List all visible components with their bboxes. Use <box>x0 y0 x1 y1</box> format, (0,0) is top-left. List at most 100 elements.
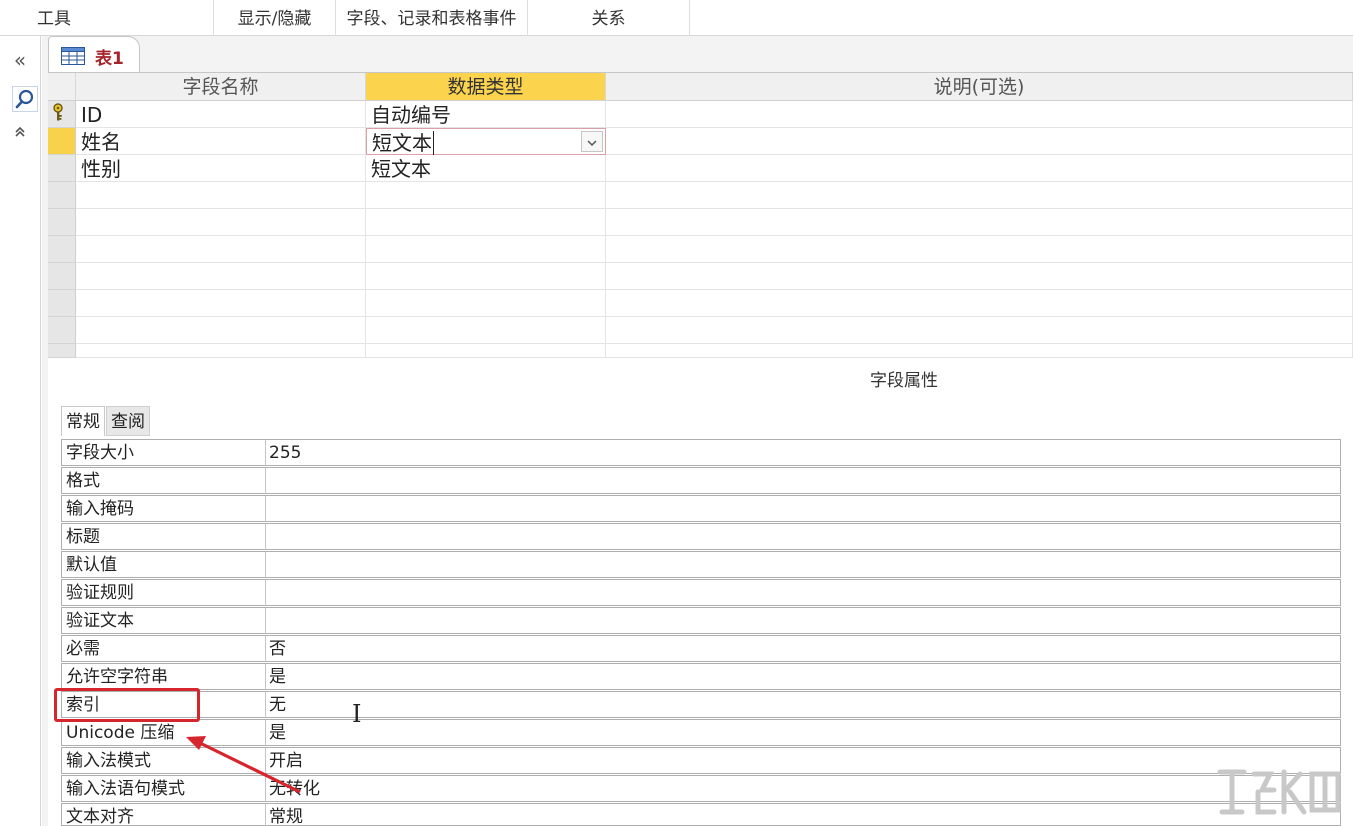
ribbon-group-field-record-events: 字段、记录和表格事件 <box>336 0 528 36</box>
field-name-cell[interactable] <box>76 236 366 263</box>
data-type-cell[interactable] <box>366 317 606 344</box>
ribbon-group-relationships: 关系 <box>528 0 690 36</box>
field-name-cell[interactable]: 性别 <box>76 155 366 182</box>
data-type-cell[interactable] <box>366 236 606 263</box>
property-value[interactable] <box>265 524 1341 550</box>
property-name: 格式 <box>66 471 100 491</box>
property-value[interactable] <box>265 468 1341 494</box>
property-name: 字段大小 <box>66 443 134 463</box>
property-value[interactable] <box>265 608 1341 634</box>
expand-up-button[interactable] <box>0 124 40 143</box>
watermark-logo <box>1217 769 1341 815</box>
header-field-name[interactable]: 字段名称 <box>76 73 366 101</box>
property-row[interactable]: 验证文本 <box>61 607 1341 634</box>
property-value[interactable]: 是 <box>265 664 1341 690</box>
chevron-down-icon <box>587 140 597 147</box>
search-button[interactable] <box>12 86 38 112</box>
property-row[interactable]: 字段大小 255 <box>61 439 1341 466</box>
property-row[interactable]: 必需 否 <box>61 635 1341 662</box>
description-cell[interactable] <box>606 290 1353 317</box>
property-row[interactable]: 默认值 <box>61 551 1341 578</box>
property-value[interactable]: 255 <box>265 440 1341 466</box>
description-cell[interactable] <box>606 236 1353 263</box>
property-name: 默认值 <box>66 555 117 575</box>
property-name: 必需 <box>66 639 100 659</box>
description-cell[interactable] <box>606 128 1353 155</box>
description-cell[interactable] <box>606 155 1353 182</box>
primary-key-icon <box>53 103 63 121</box>
property-row[interactable]: 标题 <box>61 523 1341 550</box>
dropdown-button[interactable] <box>581 131 603 152</box>
property-name: 标题 <box>66 527 100 547</box>
grid-corner[interactable] <box>48 73 76 101</box>
property-row[interactable]: 输入法模式 开启 <box>61 747 1341 774</box>
property-name: 输入法模式 <box>66 751 151 771</box>
double-chevron-up-icon <box>15 126 25 137</box>
property-row[interactable]: Unicode 压缩 是 <box>61 719 1341 746</box>
property-row[interactable]: 允许空字符串 是 <box>61 663 1341 690</box>
property-value[interactable] <box>265 496 1341 522</box>
field-name-cell[interactable] <box>76 209 366 236</box>
data-type-cell[interactable] <box>366 263 606 290</box>
ribbon-group-tools: 工具 <box>0 0 214 36</box>
field-name-cell[interactable] <box>76 290 366 317</box>
tab-general[interactable]: 常规 <box>61 406 105 436</box>
header-description[interactable]: 说明(可选) <box>606 73 1353 101</box>
data-type-cell[interactable] <box>366 182 606 209</box>
row-selector[interactable] <box>48 236 76 263</box>
property-name: 输入掩码 <box>66 499 134 519</box>
description-cell[interactable] <box>606 182 1353 209</box>
description-cell[interactable] <box>606 344 1353 358</box>
field-name-cell[interactable]: ID <box>76 101 366 128</box>
property-value[interactable]: 无转化 <box>265 776 1341 802</box>
description-cell[interactable] <box>606 263 1353 290</box>
data-type-value: 短文本 <box>372 131 432 155</box>
data-type-cell[interactable]: 自动编号 <box>366 101 606 128</box>
row-selector-current[interactable] <box>48 128 76 155</box>
field-name-cell[interactable]: 姓名 <box>76 128 366 155</box>
search-icon <box>15 89 34 109</box>
row-selector[interactable] <box>48 209 76 236</box>
property-value[interactable]: 无 <box>265 692 1341 718</box>
property-name: 允许空字符串 <box>66 667 168 687</box>
property-name: 文本对齐 <box>66 807 134 826</box>
property-row[interactable]: 索引无 <box>61 691 1341 718</box>
property-value[interactable]: 开启 <box>265 748 1341 774</box>
header-data-type[interactable]: 数据类型 <box>366 73 606 101</box>
row-selector[interactable] <box>48 317 76 344</box>
property-row[interactable]: 输入法语句模式 无转化 <box>61 775 1341 802</box>
row-selector[interactable] <box>48 182 76 209</box>
row-selector[interactable] <box>48 344 76 358</box>
property-value[interactable] <box>265 552 1341 578</box>
row-selector[interactable] <box>48 290 76 317</box>
property-value[interactable]: 否 <box>265 636 1341 662</box>
property-row[interactable]: 输入掩码 <box>61 495 1341 522</box>
data-type-cell[interactable] <box>366 290 606 317</box>
tab-lookup[interactable]: 查阅 <box>106 406 150 436</box>
property-value[interactable]: 是 <box>265 720 1341 746</box>
property-name: 验证文本 <box>66 611 134 631</box>
ribbon-group-labels: 工具 显示/隐藏 字段、记录和表格事件 关系 <box>0 0 1353 36</box>
data-type-cell[interactable] <box>366 344 606 358</box>
data-type-dropdown[interactable]: 短文本 <box>366 128 606 155</box>
row-selector[interactable] <box>48 263 76 290</box>
description-cell[interactable] <box>606 317 1353 344</box>
data-type-cell[interactable]: 短文本 <box>366 155 606 182</box>
row-selector[interactable] <box>48 101 76 128</box>
row-selector[interactable] <box>48 155 76 182</box>
data-type-cell[interactable] <box>366 209 606 236</box>
description-cell[interactable] <box>606 101 1353 128</box>
property-value[interactable]: 常规 <box>265 804 1341 826</box>
property-value[interactable] <box>265 580 1341 606</box>
field-name-cell[interactable] <box>76 344 366 358</box>
description-cell[interactable] <box>606 209 1353 236</box>
ribbon-group-show-hide: 显示/隐藏 <box>214 0 336 36</box>
property-row[interactable]: 文本对齐 常规 <box>61 803 1341 826</box>
tab-table1[interactable]: 表1 <box>48 36 140 72</box>
property-row[interactable]: 验证规则 <box>61 579 1341 606</box>
property-row[interactable]: 格式 <box>61 467 1341 494</box>
field-name-cell[interactable] <box>76 263 366 290</box>
field-name-cell[interactable] <box>76 317 366 344</box>
field-name-cell[interactable] <box>76 182 366 209</box>
collapse-nav-button[interactable]: « <box>0 48 40 72</box>
